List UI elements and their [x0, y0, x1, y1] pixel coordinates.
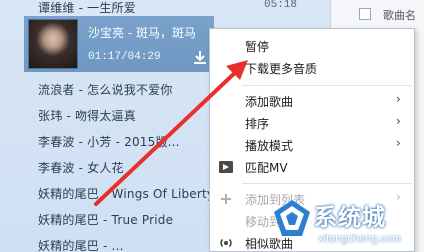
- song-title: 妖精的尾巴 - ...: [38, 239, 124, 252]
- menu-item-label: 播放模式: [245, 139, 294, 153]
- watermark-text: 系统城: [314, 205, 386, 231]
- watermark: 系统城 xitongcheng.com: [270, 196, 420, 252]
- menu-separator: [242, 183, 412, 184]
- radio-icon: [218, 235, 234, 251]
- menu-item-label: 下载更多音质: [245, 62, 318, 76]
- now-playing-item[interactable]: 沙宝亮 - 斑马，斑马 01:17/04:29: [24, 16, 214, 72]
- menu-item-sort[interactable]: 排序 ›: [210, 112, 414, 134]
- select-all-checkbox[interactable]: [359, 8, 371, 20]
- menu-item-label: 排序: [245, 117, 270, 131]
- menu-item-label: 添加歌曲: [245, 95, 294, 109]
- song-title: 妖精的尾巴 - Wings Of Liberty: [38, 187, 215, 201]
- mv-icon: [218, 159, 234, 175]
- song-title: 张玮 - 吻得太逼真: [38, 109, 136, 123]
- artist-avatar: [28, 19, 78, 69]
- submenu-arrow-icon: ›: [396, 92, 401, 106]
- menu-item-label: 匹配MV: [245, 161, 288, 175]
- menu-separator: [242, 85, 412, 86]
- song-title: 李春波 - 小芳 - 2015版...: [38, 135, 180, 149]
- song-title: 妖精的尾巴 - True Pride: [38, 213, 174, 227]
- watermark-url: xitongcheng.com: [318, 233, 402, 245]
- menu-item-match-mv[interactable]: 匹配MV: [210, 156, 414, 178]
- menu-item-pause[interactable]: 暂停: [210, 35, 414, 57]
- song-name-column-header[interactable]: 歌曲名: [383, 7, 416, 23]
- submenu-arrow-icon: ›: [396, 136, 401, 150]
- song-duration: 05:18: [264, 0, 298, 11]
- submenu-arrow-icon: ›: [396, 114, 401, 128]
- plus-icon: [218, 191, 234, 207]
- song-title: 李春波 - 女人花: [38, 161, 124, 175]
- menu-item-label: 暂停: [245, 40, 270, 54]
- menu-item-play-mode[interactable]: 播放模式 ›: [210, 134, 414, 156]
- now-playing-progress: 01:17/04:29: [88, 51, 161, 63]
- menu-item-add-song[interactable]: 添加歌曲 ›: [210, 90, 414, 112]
- song-title: 流浪者 - 怎么说我不爱你: [38, 83, 173, 97]
- now-playing-title: 沙宝亮 - 斑马，斑马: [88, 26, 196, 40]
- menu-item-download-more-quality[interactable]: 下载更多音质: [210, 57, 414, 79]
- watermark-logo-icon: [274, 200, 310, 236]
- download-icon[interactable]: [192, 49, 208, 65]
- song-title: 谭维维 - 一生所爱: [38, 1, 136, 15]
